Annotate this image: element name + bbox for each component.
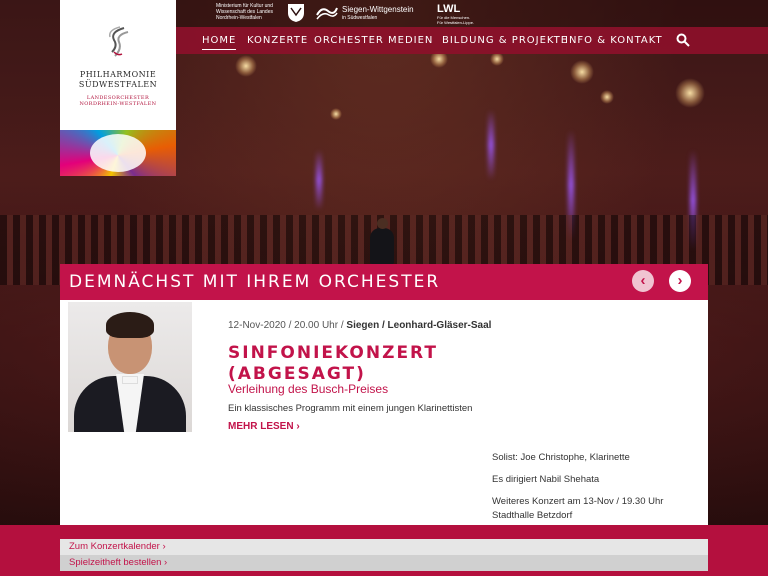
logo-name-line1: PHILHARMONIE <box>79 70 157 79</box>
event-title[interactable]: SINFONIEKONZERT (ABGESAGT) <box>228 343 488 385</box>
carousel-prev-button[interactable]: ‹ <box>632 270 654 292</box>
event-details: Solist: Joe Christophe, Klarinette Es di… <box>492 451 692 531</box>
logo-sub-line2: NORDRHEIN-WESTFALEN <box>79 101 157 107</box>
nav-bildung-projekte[interactable]: BILDUNG & PROJEKTE <box>442 35 568 46</box>
chevron-right-icon: › <box>677 272 683 289</box>
nrw-crest-icon[interactable] <box>287 3 305 25</box>
carousel-next-button[interactable]: › <box>669 270 691 292</box>
read-more-link[interactable]: MEHR LESEN › <box>228 421 300 432</box>
event-date-time: 12-Nov-2020 / 20.00 Uhr / <box>228 320 347 331</box>
event-soloist: Solist: Joe Christophe, Klarinette <box>492 452 630 463</box>
lwl-sub: Für die Menschen. Für Westfalen-Lippe. <box>437 15 475 25</box>
section-title: DEMNÄCHST MIT IHREM ORCHESTER <box>69 272 441 292</box>
order-season-brochure-link[interactable]: Spielzeitheft bestellen › <box>60 555 708 571</box>
conductor-figure <box>370 218 394 264</box>
lwl-name: LWL <box>437 3 461 15</box>
chevron-left-icon: ‹ <box>640 272 646 289</box>
nav-home[interactable]: HOME <box>202 35 237 50</box>
further-concert-line2: Stadthalle Betzdorf <box>492 510 573 521</box>
event-description: Ein klassisches Programm mit einem junge… <box>228 403 473 414</box>
site-logo[interactable]: PHILHARMONIE SÜDWESTFALEN LANDESORCHESTE… <box>60 0 176 176</box>
logo-name-line2: SÜDWESTFALEN <box>78 80 158 89</box>
ministry-logo-text: Ministerium für Kultur und Wissenschaft … <box>216 3 273 21</box>
further-concert-line1: Weiteres Konzert am 13-Nov / 19.30 Uhr <box>492 496 664 507</box>
siegen-sub: in Südwestfalen <box>342 15 378 21</box>
lwl-logo[interactable]: LWL Für die Menschen. Für Westfalen-Lipp… <box>437 3 477 25</box>
siegen-wittgenstein-logo[interactable]: Siegen-Wittgenstein in Südwestfalen <box>316 3 416 25</box>
logo-swirl-icon <box>108 26 129 57</box>
event-title-line1: SINFONIEKONZERT <box>228 343 438 363</box>
nav-medien[interactable]: MEDIEN <box>388 35 433 46</box>
event-subtitle: Verleihung des Busch-Preises <box>228 382 389 396</box>
nav-info-kontakt[interactable]: INFO & KONTAKT <box>565 35 663 46</box>
soloist-portrait[interactable] <box>68 302 192 432</box>
event-location: Siegen / Leonhard-Gläser-Saal <box>346 320 492 331</box>
concert-calendar-link[interactable]: Zum Konzertkalender › <box>60 539 708 555</box>
nav-orchester[interactable]: ORCHESTER <box>314 35 384 46</box>
upcoming-section-header: DEMNÄCHST MIT IHREM ORCHESTER ‹ › <box>60 264 708 300</box>
event-further-concert: Weiteres Konzert am 13-Nov / 19.30 Uhr S… <box>492 495 692 523</box>
event-meta: 12-Nov-2020 / 20.00 Uhr / Siegen / Leonh… <box>228 320 491 331</box>
siegen-name: Siegen-Wittgenstein <box>342 5 414 14</box>
event-card: 12-Nov-2020 / 20.00 Uhr / Siegen / Leonh… <box>60 300 708 525</box>
ministry-logo[interactable]: Ministerium für Kultur und Wissenschaft … <box>216 3 284 25</box>
logo-artwork <box>60 130 176 176</box>
event-conductor: Es dirigiert Nabil Shehata <box>492 474 600 485</box>
search-icon[interactable] <box>676 33 690 47</box>
nav-konzerte[interactable]: KONZERTE <box>247 35 308 46</box>
